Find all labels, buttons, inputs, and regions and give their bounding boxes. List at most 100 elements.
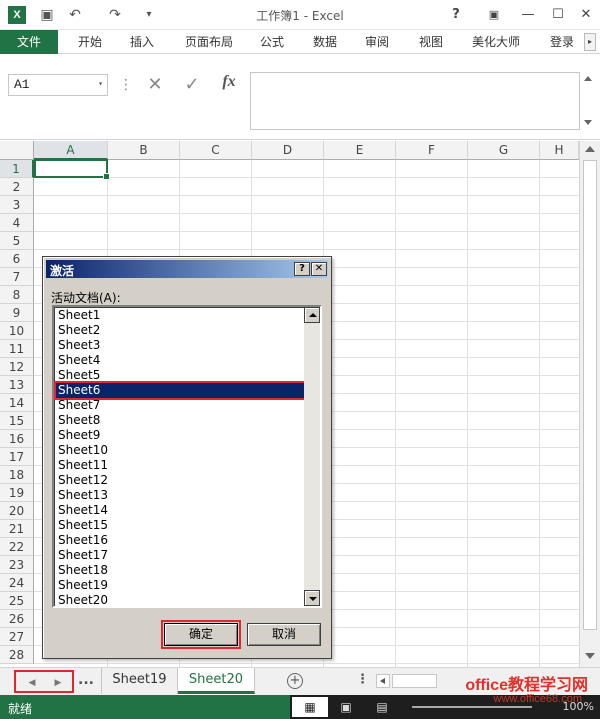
row-header[interactable]: 12 xyxy=(0,358,34,376)
sheet-tab-sheet19[interactable]: Sheet19 xyxy=(101,668,178,694)
row-header[interactable]: 9 xyxy=(0,304,34,322)
sheet-listbox[interactable]: Sheet1 Sheet2 Sheet3 Sheet4 Sheet5 Sheet… xyxy=(52,305,322,608)
zoom-slider[interactable] xyxy=(412,706,532,708)
active-cell-a1[interactable] xyxy=(34,159,110,180)
select-all-corner[interactable] xyxy=(0,141,34,160)
row-header[interactable]: 19 xyxy=(0,484,34,502)
row-header[interactable]: 16 xyxy=(0,430,34,448)
tab-insert[interactable]: 插入 xyxy=(120,30,164,54)
sheet-tab-sheet20[interactable]: Sheet20 xyxy=(178,668,255,694)
list-item[interactable]: Sheet2 xyxy=(56,323,308,338)
list-item[interactable]: Sheet3 xyxy=(56,338,308,353)
list-item-selected[interactable]: Sheet6 xyxy=(54,381,310,400)
dialog-close-icon[interactable]: ✕ xyxy=(311,262,327,276)
scroll-down-icon[interactable] xyxy=(584,120,592,125)
name-box[interactable]: A1 ▾ xyxy=(8,74,108,96)
list-item[interactable]: Sheet11 xyxy=(56,458,308,473)
ribbon-display-options-icon[interactable]: ▣ xyxy=(482,4,506,26)
row-header[interactable]: 20 xyxy=(0,502,34,520)
tab-file[interactable]: 文件 xyxy=(0,30,58,54)
ribbon-scroll-right-icon[interactable]: ▸ xyxy=(584,33,596,51)
cancel-button[interactable]: 取消 xyxy=(247,623,321,646)
list-item[interactable]: Sheet14 xyxy=(56,503,308,518)
vertical-scroll-thumb[interactable] xyxy=(583,160,597,630)
list-item[interactable]: Sheet15 xyxy=(56,518,308,533)
row-header[interactable]: 17 xyxy=(0,448,34,466)
add-sheet-icon[interactable]: + xyxy=(287,673,303,689)
horizontal-scrollbar[interactable] xyxy=(392,674,437,688)
more-sheets-left-button[interactable]: ... xyxy=(78,672,94,688)
close-icon[interactable]: ✕ xyxy=(574,4,598,26)
row-header[interactable]: 28 xyxy=(0,646,34,664)
row-header[interactable]: 10 xyxy=(0,322,34,340)
list-item[interactable]: Sheet5 xyxy=(56,368,308,383)
row-header[interactable]: 25 xyxy=(0,592,34,610)
enter-icon[interactable]: ✓ xyxy=(178,73,206,97)
insert-function-button[interactable]: fx xyxy=(215,73,243,97)
previous-sheet-icon[interactable]: ◀ xyxy=(22,675,42,691)
tab-home[interactable]: 开始 xyxy=(68,30,112,54)
scroll-down-icon[interactable] xyxy=(304,590,320,606)
maximize-icon[interactable]: ☐ xyxy=(546,4,570,26)
list-item[interactable]: Sheet18 xyxy=(56,563,308,578)
minimize-icon[interactable]: — xyxy=(516,4,540,26)
row-header[interactable]: 24 xyxy=(0,574,34,592)
list-item[interactable]: Sheet17 xyxy=(56,548,308,563)
page-break-preview-icon[interactable]: ▤ xyxy=(364,697,400,717)
row-header[interactable]: 4 xyxy=(0,214,34,232)
vertical-scrollbar[interactable] xyxy=(579,141,600,667)
column-header[interactable]: E xyxy=(324,141,396,160)
list-item[interactable]: Sheet9 xyxy=(56,428,308,443)
next-sheet-icon[interactable]: ▶ xyxy=(48,675,68,691)
row-header[interactable]: 23 xyxy=(0,556,34,574)
column-header[interactable]: A xyxy=(34,141,108,160)
tab-formulas[interactable]: 公式 xyxy=(252,30,292,54)
list-item[interactable]: Sheet1 xyxy=(56,308,308,323)
list-item[interactable]: Sheet4 xyxy=(56,353,308,368)
row-header[interactable]: 8 xyxy=(0,286,34,304)
formula-input[interactable] xyxy=(250,72,580,130)
page-layout-view-icon[interactable]: ▣ xyxy=(328,697,364,717)
column-header[interactable]: D xyxy=(252,141,324,160)
more-sheets-right-icon[interactable]: ⋮ xyxy=(356,672,369,687)
column-header[interactable]: F xyxy=(396,141,468,160)
row-header[interactable]: 14 xyxy=(0,394,34,412)
listbox-scrollbar[interactable] xyxy=(304,307,320,606)
row-header[interactable]: 1 xyxy=(0,160,34,178)
list-item[interactable]: Sheet10 xyxy=(56,443,308,458)
row-header[interactable]: 22 xyxy=(0,538,34,556)
list-item[interactable]: Sheet12 xyxy=(56,473,308,488)
ok-button[interactable]: 确定 xyxy=(161,620,241,649)
scroll-up-icon[interactable] xyxy=(304,307,320,323)
list-item[interactable]: Sheet16 xyxy=(56,533,308,548)
row-header[interactable]: 2 xyxy=(0,178,34,196)
scroll-up-icon[interactable] xyxy=(585,146,595,152)
column-header[interactable]: H xyxy=(540,141,579,160)
list-item[interactable]: Sheet8 xyxy=(56,413,308,428)
tab-review[interactable]: 审阅 xyxy=(357,30,397,54)
column-header[interactable]: C xyxy=(180,141,252,160)
row-header[interactable]: 18 xyxy=(0,466,34,484)
tab-view[interactable]: 视图 xyxy=(411,30,451,54)
row-header[interactable]: 3 xyxy=(0,196,34,214)
list-item[interactable]: Sheet20 xyxy=(56,593,308,606)
column-header[interactable]: G xyxy=(468,141,540,160)
row-header[interactable]: 6 xyxy=(0,250,34,268)
list-item[interactable]: Sheet7 xyxy=(56,398,308,413)
list-item[interactable]: Sheet19 xyxy=(56,578,308,593)
scroll-up-icon[interactable] xyxy=(584,76,592,81)
chevron-down-icon[interactable]: ▾ xyxy=(98,75,103,95)
row-header[interactable]: 26 xyxy=(0,610,34,628)
row-header[interactable]: 11 xyxy=(0,340,34,358)
row-header[interactable]: 5 xyxy=(0,232,34,250)
dialog-help-icon[interactable]: ? xyxy=(294,262,310,276)
row-header[interactable]: 15 xyxy=(0,412,34,430)
tab-page-layout[interactable]: 页面布局 xyxy=(176,30,242,54)
scroll-down-icon[interactable] xyxy=(585,653,595,659)
sign-in-link[interactable]: 登录 xyxy=(542,30,582,54)
row-header[interactable]: 7 xyxy=(0,268,34,286)
list-item[interactable]: Sheet13 xyxy=(56,488,308,503)
row-header[interactable]: 13 xyxy=(0,376,34,394)
formula-bar-scroll[interactable] xyxy=(582,72,594,130)
scroll-left-icon[interactable] xyxy=(376,674,390,688)
